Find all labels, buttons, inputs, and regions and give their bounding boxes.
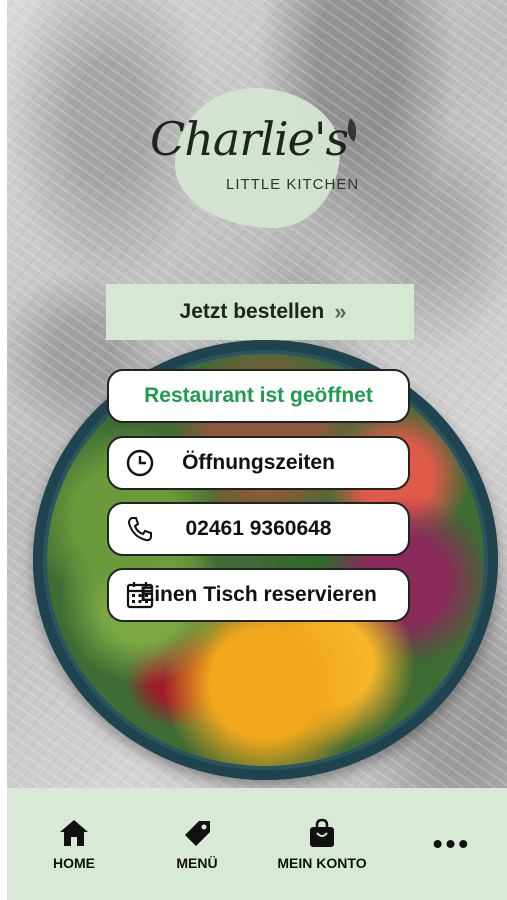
phone-number: 02461 9360648 bbox=[185, 517, 332, 540]
phone-icon bbox=[127, 517, 152, 542]
phone-button[interactable]: 02461 9360648 bbox=[107, 502, 410, 556]
double-chevron-right-icon: » bbox=[334, 299, 347, 324]
nav-home[interactable]: HOME bbox=[39, 788, 109, 900]
opening-hours-label: Öffnungszeiten bbox=[182, 451, 335, 474]
nav-home-label: HOME bbox=[53, 855, 95, 871]
bottom-navigation: HOME MENÜ MEIN KONTO ••• bbox=[7, 788, 507, 900]
brand-name: Charlie's bbox=[150, 112, 349, 166]
nav-account-label: MEIN KONTO bbox=[277, 855, 367, 871]
more-icon: ••• bbox=[432, 828, 472, 859]
clock-icon bbox=[126, 449, 154, 477]
nav-menu-label: MENÜ bbox=[176, 855, 218, 871]
tag-icon bbox=[185, 821, 210, 846]
calendar-icon bbox=[126, 582, 154, 609]
reserve-table-label: Einen Tisch reservieren bbox=[140, 583, 377, 606]
shopping-bag-icon bbox=[310, 818, 334, 847]
status-label: Restaurant ist geöffnet bbox=[144, 384, 373, 407]
nav-account[interactable]: MEIN KONTO bbox=[272, 788, 372, 900]
nav-more[interactable]: ••• bbox=[422, 788, 482, 900]
status-open-button[interactable]: Restaurant ist geöffnet bbox=[107, 369, 410, 423]
reserve-table-button[interactable]: Einen Tisch reservieren bbox=[107, 568, 410, 622]
brand-tagline: LITTLE KITCHEN bbox=[226, 176, 360, 193]
nav-menu[interactable]: MENÜ bbox=[162, 788, 232, 900]
opening-hours-button[interactable]: Öffnungszeiten bbox=[107, 436, 410, 490]
home-icon bbox=[60, 820, 88, 846]
brand-logo: Charlie's LITTLE KITCHEN bbox=[150, 112, 380, 202]
order-now-button[interactable]: Jetzt bestellen » bbox=[106, 284, 414, 340]
order-now-label: Jetzt bestellen bbox=[179, 300, 325, 323]
